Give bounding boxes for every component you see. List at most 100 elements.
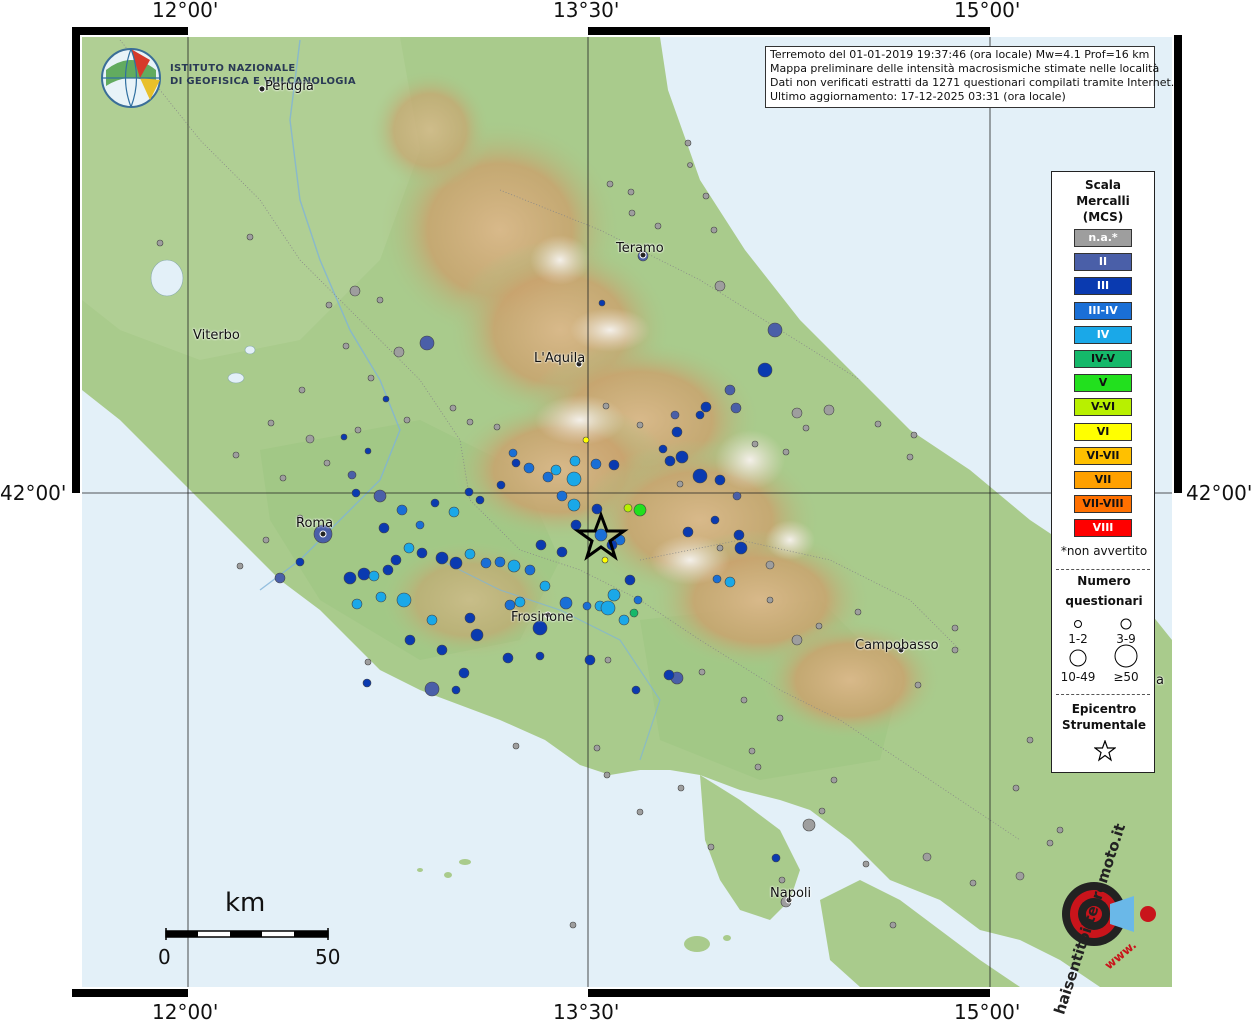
intensity-marker: [733, 529, 745, 541]
right-lat-label: 42°00': [1186, 481, 1253, 505]
intensity-marker: [542, 471, 554, 483]
intensity-marker: [349, 285, 361, 297]
intensity-marker: [295, 557, 305, 567]
intensity-marker: [279, 474, 287, 482]
intensity-marker: [464, 548, 476, 560]
intensity-marker: [675, 450, 689, 464]
haisentito-watermark: haisentitoilterremoto.it www.: [1018, 821, 1168, 1016]
intensity-marker: [951, 646, 959, 654]
intensity-marker: [714, 474, 726, 486]
intensity-marker: [823, 404, 835, 416]
intensity-marker: [922, 852, 932, 862]
intensity-marker: [664, 455, 676, 467]
intensity-marker: [594, 528, 608, 542]
intensity-marker: [710, 515, 720, 525]
intensity-marker: [598, 299, 606, 307]
intensity-marker: [767, 322, 783, 338]
count-size-label: 10-49: [1060, 670, 1096, 684]
city-label-laquila: L'Aquila: [534, 351, 586, 366]
legend-swatch: VII: [1074, 471, 1132, 489]
legend-swatch: VIII: [1074, 519, 1132, 538]
intensity-marker: [830, 776, 838, 784]
intensity-marker: [466, 418, 474, 426]
intensity-marker: [778, 876, 786, 884]
intensity-marker: [416, 547, 428, 559]
intensity-marker: [569, 455, 581, 467]
intensity-marker: [751, 440, 759, 448]
intensity-marker: [802, 424, 810, 432]
intensity-marker: [340, 433, 348, 441]
intensity-marker: [567, 498, 581, 512]
intensity-marker: [815, 622, 823, 630]
intensity-marker: [771, 853, 781, 863]
intensity-marker: [376, 296, 384, 304]
event-info-line: Terremoto del 01-01-2019 19:37:46 (ora l…: [770, 48, 1150, 61]
watermark-url: www.: [1101, 937, 1140, 973]
intensity-marker: [584, 654, 596, 666]
intensity-marker: [692, 468, 708, 484]
intensity-marker: [740, 696, 748, 704]
city-label-roma: Roma: [296, 516, 334, 531]
event-info-line: Ultimo aggiornamento: 17-12-2025 03:31 (…: [770, 90, 1066, 103]
intensity-marker: [403, 416, 411, 424]
intensity-marker: [724, 384, 736, 396]
intensity-marker: [716, 544, 724, 552]
legend-divider: [1056, 569, 1150, 570]
intensity-marker: [782, 448, 790, 456]
intensity-marker: [776, 714, 784, 722]
mcs-legend: Scala Mercalli (MCS) n.a.* II III III-IV IV I…: [1051, 171, 1155, 773]
intensity-marker: [695, 410, 705, 420]
intensity-marker: [236, 562, 244, 570]
intensity-marker: [246, 233, 254, 241]
city-label-partial: a: [1156, 673, 1164, 688]
legend-divider: [1056, 694, 1150, 695]
bottom-lon-label-1: 12°00': [152, 1000, 219, 1024]
intensity-marker: [504, 599, 516, 611]
intensity-marker: [475, 495, 485, 505]
intensity-marker: [748, 747, 756, 755]
intensity-marker: [464, 612, 476, 624]
intensity-marker: [511, 458, 521, 468]
intensity-marker: [430, 498, 440, 508]
left-lat-label: 42°00': [0, 481, 67, 505]
intensity-marker: [419, 335, 435, 351]
intensity-marker: [636, 808, 644, 816]
intensity-marker: [375, 591, 387, 603]
intensity-marker: [684, 139, 692, 147]
intensity-marker: [670, 410, 680, 420]
legend-swatch: III: [1074, 277, 1132, 296]
intensity-marker: [636, 421, 644, 429]
intensity-marker: [914, 681, 922, 689]
top-lon-label-1: 12°00': [152, 0, 219, 22]
intensity-marker: [629, 608, 639, 618]
intensity-marker: [791, 407, 803, 419]
top-lon-label-2: 13°30': [553, 0, 620, 22]
intensity-marker: [502, 652, 514, 664]
intensity-marker: [702, 192, 710, 200]
intensity-marker: [889, 921, 897, 929]
intensity-marker: [449, 404, 457, 412]
intensity-marker: [802, 818, 816, 832]
intensity-marker: [602, 402, 610, 410]
intensity-marker: [682, 526, 694, 538]
legend-swatch: VI: [1074, 422, 1132, 441]
intensity-marker: [590, 458, 602, 470]
intensity-marker: [448, 506, 460, 518]
legend-swatch: n.a.*: [1074, 229, 1132, 247]
event-info-line: Mappa preliminare delle intensità macros…: [770, 62, 1160, 75]
intensity-marker: [274, 572, 286, 584]
intensity-marker: [415, 520, 425, 530]
intensity-marker: [623, 503, 633, 513]
legend-swatch: VII-VIII: [1074, 495, 1132, 514]
intensity-marker: [628, 209, 636, 217]
intensity-marker: [378, 522, 390, 534]
intensity-marker: [618, 614, 630, 626]
intensity-marker: [569, 921, 577, 929]
count-subtitle: questionari: [1065, 594, 1143, 608]
intensity-marker: [969, 879, 977, 887]
intensity-marker: [1012, 784, 1020, 792]
intensity-marker: [906, 453, 914, 461]
intensity-marker: [862, 860, 870, 868]
intensity-marker: [582, 436, 590, 444]
epicenter-subtitle: Strumentale: [1061, 718, 1147, 732]
